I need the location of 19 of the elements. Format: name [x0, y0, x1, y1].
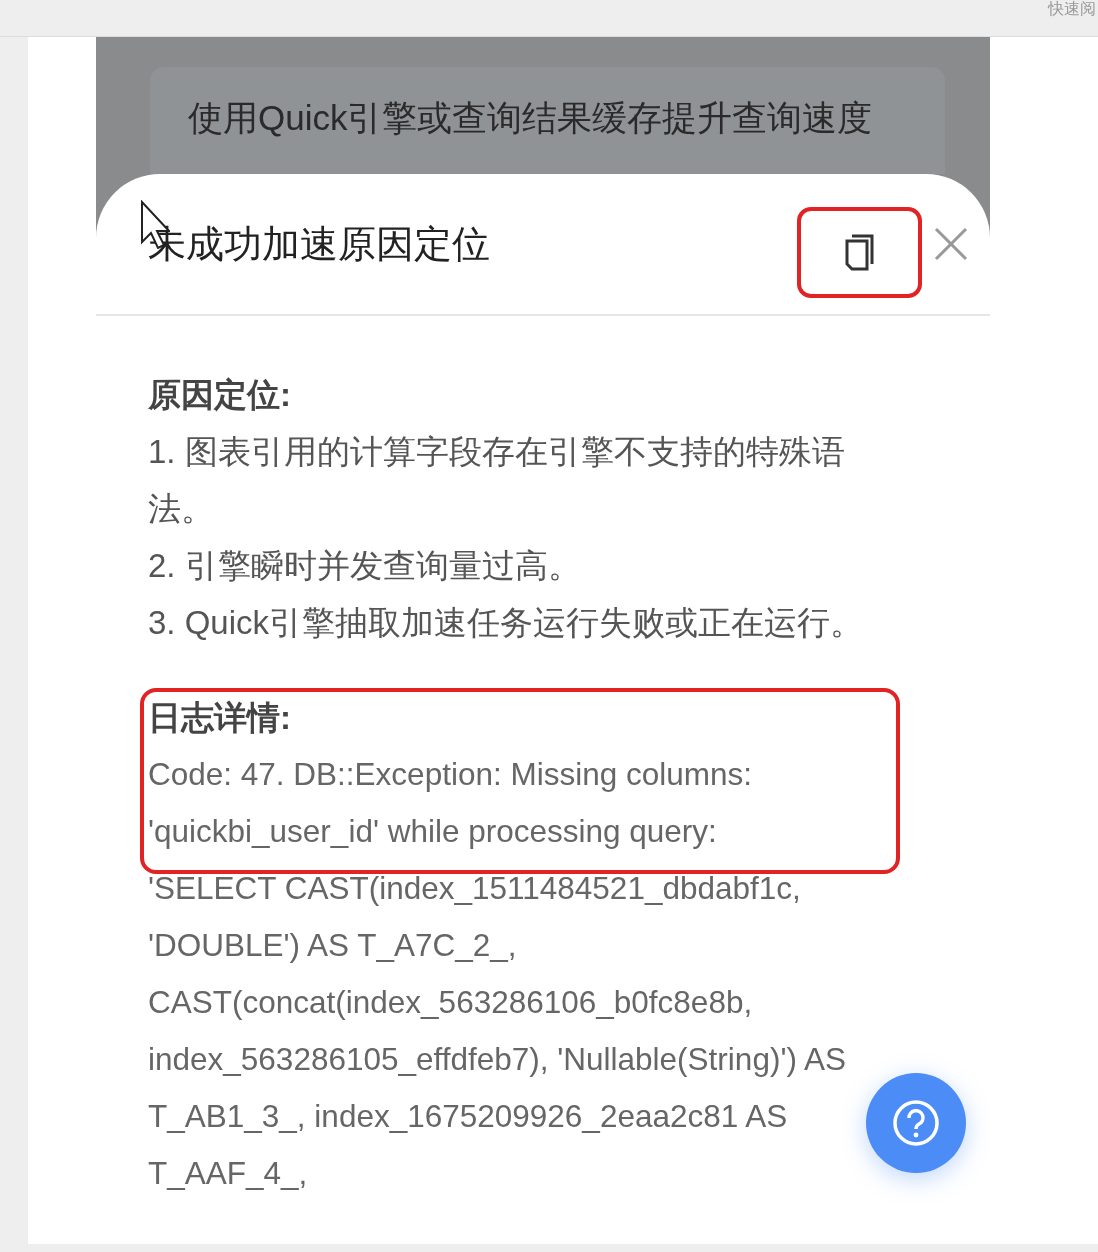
- reason-item: 2. 引擎瞬时并发查询量过高。: [148, 546, 582, 586]
- help-icon: [892, 1099, 940, 1147]
- close-button[interactable]: [934, 227, 968, 261]
- copy-button[interactable]: [797, 206, 922, 298]
- close-icon: [934, 227, 968, 261]
- log-line: 'SELECT CAST(index_1511484521_dbdabf1c,: [148, 869, 801, 908]
- log-line: index_563286105_effdfeb7), 'Nullable(String)') AS: [148, 1040, 846, 1079]
- log-line: T_AAF_4_,: [148, 1154, 308, 1193]
- log-line: Code: 47. DB::Exception: Missing columns:: [148, 755, 753, 794]
- reason-item: 3. Quick引擎抽取加速任务运行失败或正在运行。: [148, 603, 865, 643]
- log-line: T_AB1_3_, index_1675209926_2eaa2c81 AS: [148, 1097, 788, 1136]
- log-line: 'DOUBLE') AS T_A7C_2_,: [148, 926, 517, 965]
- card-title: 使用Quick引擎或查询结果缓存提升查询速度: [188, 98, 873, 137]
- reason-item: 1. 图表引用的计算字段存在引擎不支持的特殊语法。: [148, 432, 846, 529]
- quick-read-link[interactable]: 快速阅: [1048, 0, 1098, 36]
- log-line: CAST(concat(index_563286106_b0fc8e8b,: [148, 983, 753, 1022]
- section-heading: 日志详情:: [148, 698, 292, 738]
- log-line: 'quickbi_user_id' while processing query:: [148, 812, 717, 851]
- section-heading: 原因定位:: [148, 375, 292, 415]
